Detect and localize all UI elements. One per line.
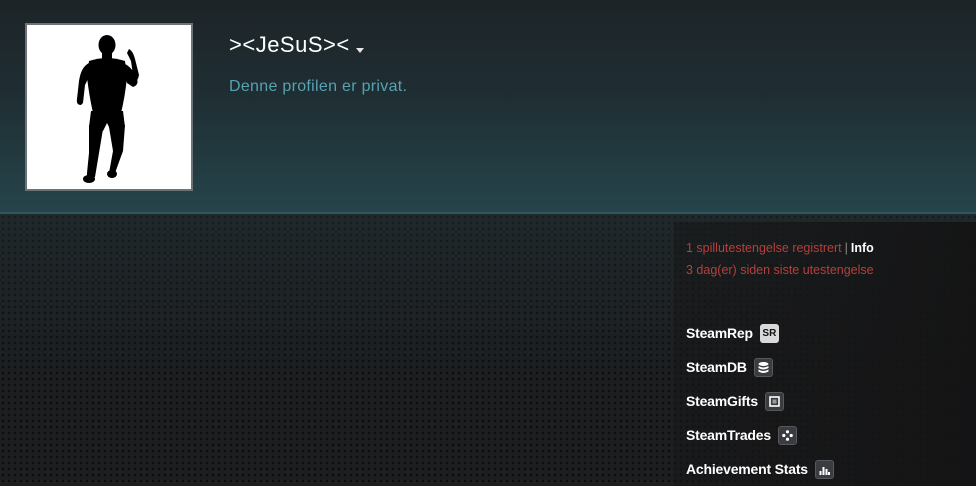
steamtrades-link[interactable]: SteamTrades	[686, 424, 834, 446]
steamrep-link[interactable]: SteamRep SR	[686, 322, 834, 344]
external-links-list: SteamRep SR SteamDB SteamGifts SteamTrad…	[686, 322, 834, 486]
link-label: SteamTrades	[686, 427, 771, 443]
ban-separator: |	[844, 241, 848, 255]
chevron-down-icon[interactable]	[355, 47, 364, 53]
steamgifts-link[interactable]: SteamGifts	[686, 390, 834, 412]
last-ban-status: 3 dag(er) siden siste utestengelse	[686, 263, 874, 277]
achievement-stats-icon	[814, 459, 834, 479]
avatar-silhouette-image	[76, 35, 139, 183]
game-ban-text: 1 spillutestengelse registrert	[686, 241, 842, 255]
game-ban-status: 1 spillutestengelse registrert | Info	[686, 241, 874, 255]
ban-info-link[interactable]: Info	[851, 241, 874, 255]
steamtrades-icon	[777, 425, 797, 445]
link-label: SteamDB	[686, 359, 747, 375]
profile-page: ><JeSuS>< Denne profilen er privat. 1 sp…	[0, 0, 976, 486]
avatar[interactable]	[25, 23, 193, 191]
link-label: Achievement Stats	[686, 461, 808, 477]
link-label: SteamRep	[686, 325, 753, 341]
steamdb-link[interactable]: SteamDB	[686, 356, 834, 378]
persona-name-row[interactable]: ><JeSuS><	[229, 32, 364, 58]
profile-private-message: Denne profilen er privat.	[229, 78, 408, 95]
steamrep-icon: SR	[759, 323, 779, 343]
link-label: SteamGifts	[686, 393, 758, 409]
steamgifts-icon	[764, 391, 784, 411]
persona-name: ><JeSuS><	[229, 32, 350, 57]
achievement-stats-link[interactable]: Achievement Stats	[686, 458, 834, 480]
steamdb-icon	[753, 357, 773, 377]
